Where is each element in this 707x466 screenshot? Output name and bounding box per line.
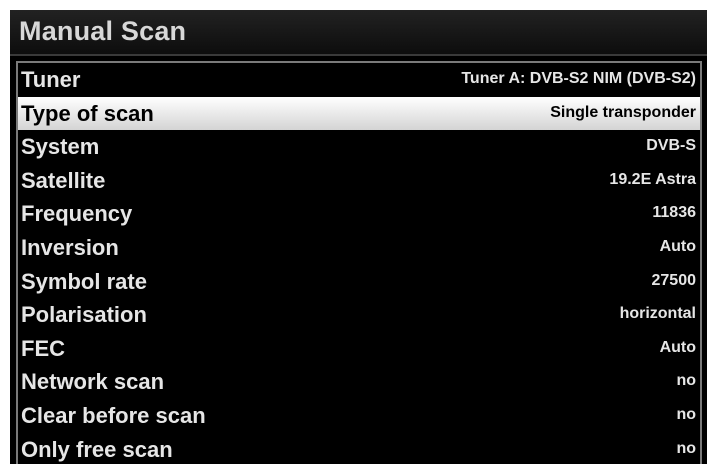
setting-row-only-free-scan[interactable]: Only free scan no (18, 433, 700, 466)
manual-scan-screen: Manual Scan Tuner Tuner A: DVB-S2 NIM (D… (10, 10, 707, 464)
setting-row-inversion[interactable]: Inversion Auto (18, 231, 700, 265)
settings-list: Tuner Tuner A: DVB-S2 NIM (DVB-S2) Type … (18, 63, 700, 466)
setting-row-type-of-scan[interactable]: Type of scan Single transponder (18, 96, 700, 131)
setting-value: Single transponder (550, 103, 696, 121)
setting-row-system[interactable]: System DVB-S (18, 130, 700, 164)
setting-value: Tuner A: DVB-S2 NIM (DVB-S2) (461, 70, 696, 87)
setting-row-satellite[interactable]: Satellite 19.2E Astra (18, 164, 700, 198)
setting-row-symbol-rate[interactable]: Symbol rate 27500 (18, 265, 700, 299)
setting-value: 11836 (652, 204, 696, 222)
setting-value: Auto (659, 338, 696, 356)
setting-label: Inversion (21, 234, 119, 260)
setting-label: Only free scan (21, 436, 173, 462)
setting-row-polarisation[interactable]: Polarisation horizontal (18, 298, 700, 332)
title-bar: Manual Scan (10, 10, 707, 56)
setting-value: no (676, 405, 696, 423)
setting-row-clear-before-scan[interactable]: Clear before scan no (18, 399, 700, 433)
setting-label: Network scan (21, 369, 165, 395)
setting-value: horizontal (619, 305, 696, 323)
setting-label: Frequency (21, 201, 133, 227)
setting-label: Satellite (21, 167, 106, 193)
setting-label: Tuner (21, 67, 81, 92)
setting-row-frequency[interactable]: Frequency 11836 (18, 197, 700, 231)
setting-value: no (676, 439, 696, 457)
setting-label: Symbol rate (21, 268, 147, 294)
setting-label: System (21, 134, 100, 160)
setting-row-network-scan[interactable]: Network scan no (18, 365, 700, 399)
setting-value: DVB-S (646, 137, 696, 155)
setting-value: 27500 (651, 271, 697, 289)
setting-label: Polarisation (21, 302, 147, 328)
setting-label: FEC (21, 335, 65, 361)
setting-value: 19.2E Astra (609, 170, 696, 188)
settings-list-frame: Tuner Tuner A: DVB-S2 NIM (DVB-S2) Type … (16, 61, 702, 464)
setting-value: Auto (659, 237, 696, 255)
setting-label: Type of scan (21, 100, 154, 126)
setting-label: Clear before scan (21, 402, 206, 428)
setting-row-fec[interactable]: FEC Auto (18, 332, 700, 366)
page-title: Manual Scan (19, 16, 187, 46)
setting-row-tuner[interactable]: Tuner Tuner A: DVB-S2 NIM (DVB-S2) (18, 63, 700, 97)
setting-value: no (676, 372, 696, 390)
